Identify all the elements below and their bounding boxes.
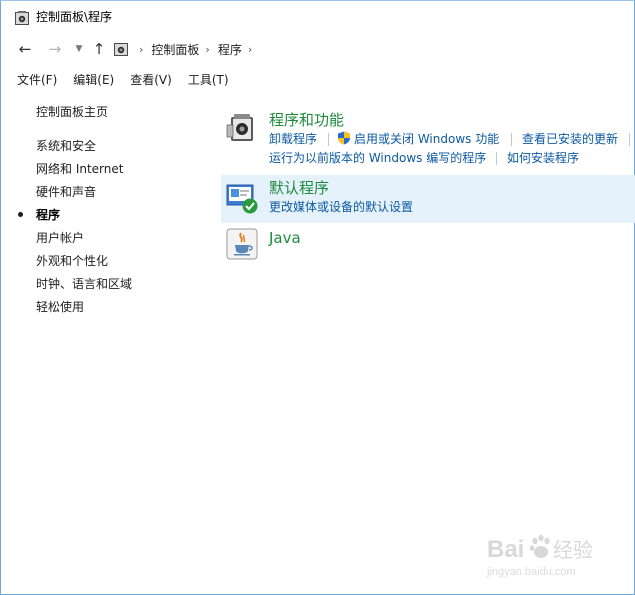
forward-button[interactable]: → [45, 37, 65, 61]
breadcrumb: › 控制面板 › 程序 › [113, 39, 260, 59]
section-default-programs[interactable]: 默认程序 更改媒体或设备的默认设置 [221, 175, 635, 223]
programs-features-title[interactable]: 程序和功能 [269, 110, 344, 130]
windows-features-link[interactable]: 启用或关闭 Windows 功能 [337, 131, 499, 147]
how-to-install-link[interactable]: 如何安装程序 [507, 150, 579, 166]
chevron-right-icon[interactable]: › [205, 43, 209, 56]
default-programs-icon[interactable] [225, 181, 259, 215]
recent-locations-button[interactable]: ▼ [69, 37, 89, 61]
view-installed-updates-link[interactable]: 查看已安装的更新 [522, 131, 618, 147]
link-divider [511, 133, 512, 146]
programs-features-icon[interactable] [225, 111, 259, 145]
sidebar-item-clock-region[interactable]: 时钟、语言和区域 [36, 275, 132, 293]
arrow-left-icon: ← [18, 40, 32, 58]
arrow-right-icon: → [48, 40, 62, 58]
arrow-up-icon: ↑ [92, 40, 106, 58]
default-programs-title[interactable]: 默认程序 [269, 178, 329, 198]
svg-text:jingyan.baidu.com: jingyan.baidu.com [486, 566, 576, 578]
control-panel-window: 控制面板\程序 ← → ▼ ↑ › 控制面板 › 程序 › 文件(F) 编辑(E… [0, 0, 635, 595]
baidu-watermark: Bai 经验 jingyan.baidu.com [485, 529, 605, 581]
menu-file[interactable]: 文件(F) [17, 69, 57, 91]
java-title[interactable]: Java [269, 228, 301, 248]
java-icon[interactable] [225, 227, 259, 261]
control-panel-icon [15, 11, 29, 25]
menu-bar: 文件(F) 编辑(E) 查看(V) 工具(T) [1, 69, 634, 91]
svg-text:Bai: Bai [487, 536, 524, 563]
link-divider [328, 133, 329, 146]
section-programs-features: 程序和功能 卸载程序 启用或关闭 Windows 功能 查看已安装的更新 运行为… [221, 107, 635, 171]
sidebar-item-programs[interactable]: 程序 [36, 206, 60, 224]
svg-text:经验: 经验 [553, 538, 593, 562]
baidu-logo: Bai 经验 jingyan.baidu.com [486, 534, 593, 578]
run-older-programs-link[interactable]: 运行为以前版本的 Windows 编写的程序 [269, 150, 486, 166]
menu-view[interactable]: 查看(V) [130, 69, 172, 91]
sidebar-item-user-accounts[interactable]: 用户帐户 [36, 229, 84, 247]
back-button[interactable]: ← [15, 37, 35, 61]
control-panel-icon [114, 43, 128, 56]
window-title: 控制面板\程序 [36, 10, 113, 24]
change-media-defaults-link[interactable]: 更改媒体或设备的默认设置 [269, 199, 413, 215]
link-divider [496, 152, 497, 165]
menu-tools[interactable]: 工具(T) [188, 69, 229, 91]
up-button[interactable]: ↑ [89, 37, 109, 61]
windows-features-label[interactable]: 启用或关闭 Windows 功能 [354, 132, 499, 146]
menu-edit[interactable]: 编辑(E) [73, 69, 114, 91]
uac-shield-icon [338, 131, 350, 145]
section-java: Java [221, 225, 635, 265]
sidebar-item-network[interactable]: 网络和 Internet [36, 160, 123, 178]
title-bar: 控制面板\程序 [1, 1, 634, 33]
breadcrumb-programs[interactable]: 程序 [218, 41, 242, 58]
sidebar-item-home[interactable]: 控制面板主页 [36, 103, 108, 121]
sidebar-item-hardware-sound[interactable]: 硬件和声音 [36, 183, 96, 201]
breadcrumb-control-panel[interactable]: 控制面板 [151, 41, 199, 58]
chevron-right-icon[interactable]: › [139, 43, 143, 56]
sidebar-item-ease-of-access[interactable]: 轻松使用 [36, 298, 84, 316]
link-divider [629, 133, 630, 146]
uninstall-program-link[interactable]: 卸载程序 [269, 131, 317, 147]
chevron-right-icon[interactable]: › [248, 43, 252, 56]
sidebar-item-system-security[interactable]: 系统和安全 [36, 137, 96, 155]
sidebar-item-appearance[interactable]: 外观和个性化 [36, 252, 108, 270]
current-item-bullet [18, 212, 23, 217]
chevron-down-icon: ▼ [75, 44, 83, 54]
navigation-bar: ← → ▼ ↑ › 控制面板 › 程序 › [1, 37, 634, 61]
